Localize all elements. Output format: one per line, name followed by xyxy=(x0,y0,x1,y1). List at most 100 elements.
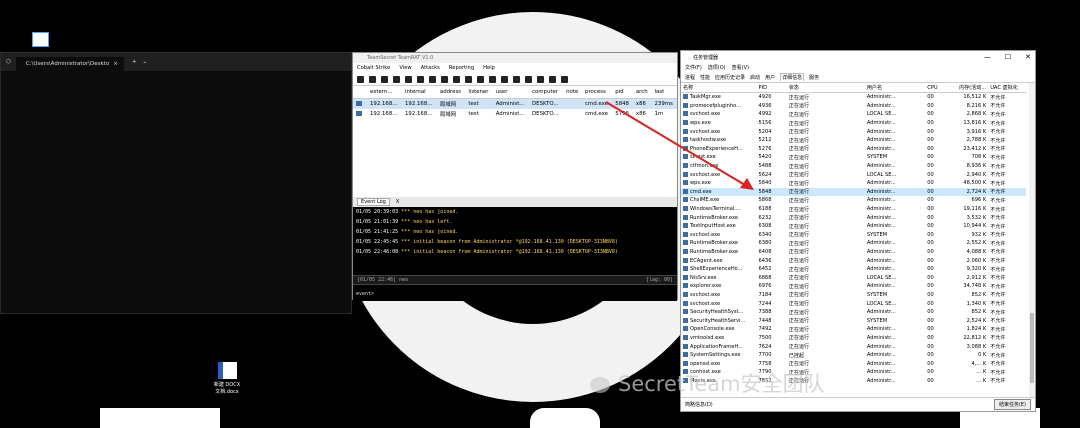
process-cell-text: 3,916 K xyxy=(966,128,987,135)
col-internal[interactable]: internal xyxy=(401,86,437,99)
credentials-icon[interactable] xyxy=(441,75,448,83)
new-connection-icon[interactable] xyxy=(357,75,364,83)
process-row[interactable]: svchost.exe 6340 正在运行 SYSTEM 00 932 K 不允许 xyxy=(681,231,1026,240)
col-computer[interactable]: computer xyxy=(529,86,564,99)
document-icon[interactable] xyxy=(513,75,520,83)
chevron-down-icon[interactable]: ⌄ xyxy=(142,59,147,65)
tm-scrollbar[interactable] xyxy=(1029,83,1035,397)
cube-icon[interactable] xyxy=(537,75,544,83)
process-row[interactable]: OpenConsole.exe 7492 正在运行 Administr... 00 1,8… xyxy=(681,325,1026,334)
gear-icon[interactable] xyxy=(489,75,496,83)
process-cell: 已挂起 xyxy=(787,351,865,360)
process-cell-text: 不允许 xyxy=(990,215,1006,222)
process-cell-text: 48,500 K xyxy=(963,180,987,187)
process-cell: 2,524 K xyxy=(945,316,988,325)
tab-app-history[interactable]: 应用历史记录 xyxy=(715,74,745,81)
headphones-icon[interactable] xyxy=(393,75,400,83)
download-icon[interactable] xyxy=(453,75,460,83)
tm-scroll-thumb[interactable] xyxy=(1030,313,1034,383)
tab-startup[interactable]: 启动 xyxy=(750,74,760,81)
process-row[interactable]: ChsIME.exe 5868 正在运行 Administr... 00 696 K 不允许 xyxy=(681,196,1026,205)
process-cell-text: Administr... xyxy=(866,128,896,135)
col-name[interactable]: 名称 xyxy=(681,83,757,93)
process-cell-text: 正在运行 xyxy=(788,197,810,204)
session-table-icon[interactable] xyxy=(417,75,424,83)
tab-processes[interactable]: 进程 xyxy=(685,74,695,81)
tab-performance[interactable]: 性能 xyxy=(700,74,710,81)
process-cell-text: LOCAL SE... xyxy=(866,111,897,118)
process-row[interactable]: ShellExperienceHo... 6452 正在运行 Administr...… xyxy=(681,265,1026,274)
tab-services[interactable]: 服务 xyxy=(809,74,819,81)
listeners-icon[interactable] xyxy=(381,75,388,83)
process-row[interactable]: svchost.exe 7244 正在运行 LOCAL SE... 00 1,340 K不… xyxy=(681,299,1026,308)
windows-terminal[interactable]: ⬡ C:\Users\Administrator\Deskto × + ⌄ xyxy=(0,52,352,314)
close-icon[interactable]: ✕ xyxy=(1025,51,1031,63)
folder-icon[interactable] xyxy=(549,75,556,83)
maximize-icon[interactable]: ☐ xyxy=(1005,51,1011,63)
process-row[interactable]: NisSrv.exe 6868 正在运行 LOCAL SE... 00 2,912 K 不允… xyxy=(681,273,1026,282)
col-uac[interactable]: UAC 虚拟化 xyxy=(988,83,1026,93)
fewer-details-button[interactable]: 简略信息(D) xyxy=(685,401,713,408)
key-icon[interactable] xyxy=(465,75,472,83)
tab-details[interactable]: 详细信息 xyxy=(780,73,805,81)
end-task-button[interactable]: 结束任务(E) xyxy=(993,399,1031,410)
process-cell: 不允许 xyxy=(988,179,1026,188)
menu-view[interactable]: 查看(V) xyxy=(732,64,749,71)
minimize-icon[interactable]: — xyxy=(984,51,991,63)
col-external[interactable]: extern... xyxy=(367,86,402,99)
process-row[interactable]: openssl.exe 7758 正在运行 Administr... 00 4,... K… xyxy=(681,359,1026,368)
process-cell: 正在运行 xyxy=(787,145,865,154)
menu-view[interactable]: View xyxy=(399,65,411,71)
menu-reporting[interactable]: Reporting xyxy=(449,65,474,71)
process-row[interactable]: svchost.exe 7184 正在运行 SYSTEM 00 852 K 不允许 xyxy=(681,291,1026,300)
col-address[interactable]: address xyxy=(436,86,466,99)
process-row[interactable]: RuntimeBroker.exe 6408 正在运行 Administr... 00 4… xyxy=(681,248,1026,257)
col-memory[interactable]: 内存(活动... xyxy=(945,83,989,93)
process-cell: 正在运行 xyxy=(787,205,865,214)
process-row[interactable]: SystemSettings.exe 7700 已挂起 Administr... 00 0… xyxy=(681,351,1026,360)
process-row[interactable]: RuntimeBroker.exe 6380 正在运行 Administr... 00 2… xyxy=(681,239,1026,248)
process-row[interactable]: explorer.exe 6976 正在运行 Administr... 00 34,748… xyxy=(681,282,1026,291)
menu-attacks[interactable]: Attacks xyxy=(421,65,440,71)
col-status[interactable]: 状态 xyxy=(786,83,865,93)
event-timestamp: 01/05 22:45:45 xyxy=(356,239,399,245)
session-graph-icon[interactable] xyxy=(405,75,412,83)
process-row[interactable]: SecurityHealthSyst... 7388 正在运行 Administr..… xyxy=(681,308,1026,317)
link-icon[interactable] xyxy=(525,75,532,83)
process-row[interactable]: vmtoolsd.exe 7500 正在运行 Administr... 00 22,812… xyxy=(681,334,1026,343)
close-icon[interactable]: × xyxy=(113,61,118,67)
process-cell-text: 00 xyxy=(927,334,934,341)
disconnect-icon[interactable] xyxy=(369,75,376,83)
col-username[interactable]: 用户名 xyxy=(864,83,926,93)
process-row[interactable]: ECAgent.exe 6436 正在运行 Administr... 00 2,060 K… xyxy=(681,256,1026,265)
screenshot-icon[interactable] xyxy=(477,75,484,83)
process-row[interactable]: RuntimeBroker.exe 6232 正在运行 Administr... 00 3… xyxy=(681,213,1026,222)
menu-file[interactable]: 文件(F) xyxy=(685,64,702,71)
col-note[interactable]: note xyxy=(563,86,583,99)
terminal-tab[interactable]: C:\Users\Administrator\Deskto × xyxy=(15,57,124,71)
process-cell-text: 不允许 xyxy=(990,240,1006,247)
menu-help[interactable]: Help xyxy=(483,65,495,71)
beacon-cell xyxy=(563,109,582,119)
menu-cobalt-strike[interactable]: Cobalt Strike xyxy=(357,65,390,71)
recycle-bin-icon[interactable] xyxy=(32,32,49,47)
tab-users[interactable]: 用户 xyxy=(765,74,775,81)
col-pid[interactable]: PID xyxy=(756,83,787,93)
col-user[interactable]: user xyxy=(492,86,530,99)
process-row[interactable]: ApplicationFrameH... 7624 正在运行 Administr...… xyxy=(681,342,1026,351)
menu-options[interactable]: 选项(O) xyxy=(708,64,726,71)
event-marker: *** xyxy=(401,219,411,225)
docx-desktop-icon[interactable]: 新建 DOCX 文档.docx xyxy=(210,362,244,395)
new-tab-button[interactable]: + xyxy=(132,59,137,65)
process-row[interactable]: SecurityHealthServi... 7448 正在运行 SYSTEM 00 2,… xyxy=(681,316,1026,325)
process-row[interactable]: TextInputHost.exe 6308 正在运行 Administr... 00 1… xyxy=(681,222,1026,231)
coffee-icon[interactable] xyxy=(501,75,508,83)
process-row[interactable]: WindowsTerminal.... 6188 正在运行 Administr... 0… xyxy=(681,205,1026,214)
col-listener[interactable]: listener xyxy=(465,86,493,99)
col-cpu[interactable]: CPU xyxy=(925,83,946,93)
event-log-tab[interactable]: Event Log xyxy=(357,198,390,206)
package-icon[interactable] xyxy=(561,75,568,83)
target-icon[interactable] xyxy=(429,75,436,83)
event-log-close[interactable]: X xyxy=(396,199,399,205)
cs-command-input[interactable]: event> xyxy=(356,291,374,297)
